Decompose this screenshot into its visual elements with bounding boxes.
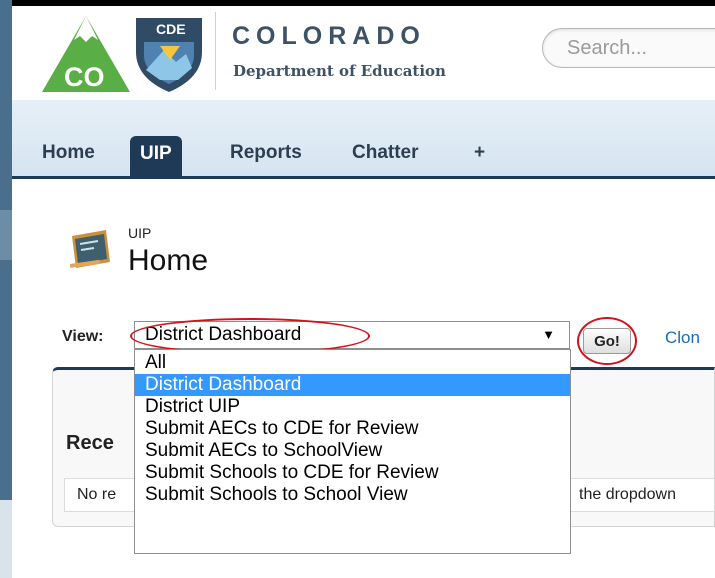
left-edge-highlight-lower — [0, 500, 12, 578]
tab-bar-underline — [12, 176, 715, 179]
view-options-list[interactable]: All District Dashboard District UIP Subm… — [134, 349, 571, 554]
dropdown-arrow-icon: ▼ — [542, 327, 555, 342]
view-option-submit-aecs-cde[interactable]: Submit AECs to CDE for Review — [135, 418, 570, 440]
search-input[interactable] — [542, 28, 715, 68]
site-header: CO CDE COLORADO Department of Education — [12, 6, 715, 100]
left-edge-highlight — [0, 210, 12, 260]
header-divider — [215, 12, 216, 90]
clone-link[interactable]: Clon — [665, 328, 700, 348]
page-title: Home — [128, 244, 209, 277]
view-select-value: District Dashboard — [145, 324, 302, 345]
view-option-submit-schools-cde[interactable]: Submit Schools to CDE for Review — [135, 462, 570, 484]
left-edge-strip — [0, 0, 12, 578]
chalkboard-icon — [69, 230, 110, 268]
logo-co-text: CO — [64, 62, 105, 92]
brand-subtitle: Department of Education — [233, 62, 446, 80]
go-button[interactable]: Go! — [583, 328, 631, 354]
logo-cde-text: CDE — [156, 21, 186, 37]
no-records-text-end: the dropdown — [579, 486, 676, 503]
tab-uip[interactable]: UIP — [130, 136, 182, 178]
brand-title: COLORADO — [232, 22, 426, 50]
tab-bar: Home UIP Reports Chatter + — [12, 100, 715, 178]
tab-home[interactable]: Home — [42, 142, 95, 164]
view-option-district-uip[interactable]: District UIP — [135, 396, 570, 418]
cde-logo[interactable]: CO CDE — [40, 12, 210, 94]
tab-reports[interactable]: Reports — [230, 142, 302, 164]
tab-chatter[interactable]: Chatter — [352, 142, 419, 164]
view-label: View: — [62, 328, 104, 345]
view-select[interactable]: District Dashboard ▼ — [134, 321, 570, 349]
view-option-all[interactable]: All — [135, 352, 570, 374]
view-option-district-dashboard[interactable]: District Dashboard — [135, 374, 570, 396]
view-option-submit-schools-schoolview[interactable]: Submit Schools to School View — [135, 484, 570, 506]
page-eyebrow: UIP — [128, 225, 152, 241]
no-records-text: No re — [77, 486, 117, 503]
recent-title: Rece — [66, 432, 114, 454]
tab-add-icon[interactable]: + — [474, 142, 485, 164]
view-option-submit-aecs-schoolview[interactable]: Submit AECs to SchoolView — [135, 440, 570, 462]
